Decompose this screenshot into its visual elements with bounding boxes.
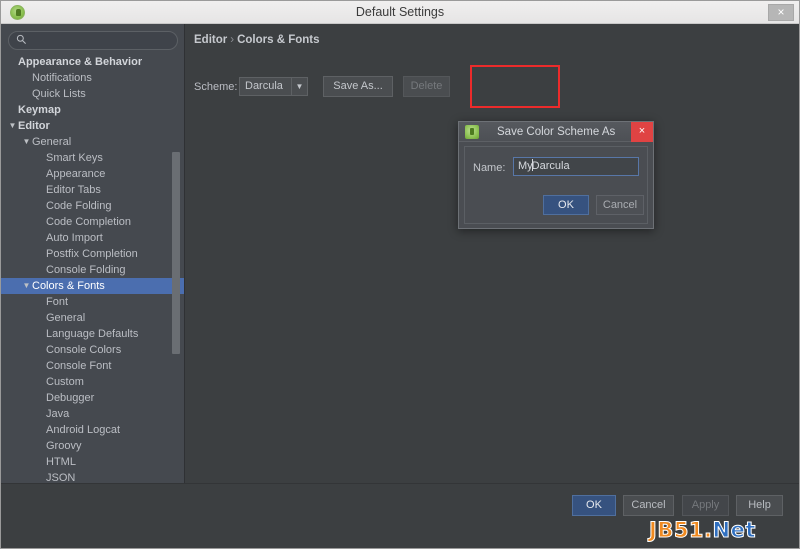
sidebar-scrollbar-thumb[interactable] [172,152,180,354]
settings-window: Default Settings × Appearance & Behavior… [0,0,800,549]
breadcrumb-separator: › [230,34,235,46]
sidebar-item-label: Editor [18,120,50,132]
sidebar-item-label: Code Folding [46,200,112,212]
sidebar-item-auto-import[interactable]: Auto Import [1,230,184,246]
twisty-expanded-icon[interactable]: ▼ [21,278,32,294]
dialog-title: Save Color Scheme As [497,126,616,138]
help-button[interactable]: Help [736,495,783,516]
sidebar-item-java[interactable]: Java [1,406,184,422]
scheme-dropdown[interactable]: Darcula [239,77,292,96]
dialog-button-bar: OK Cancel Apply Help [1,483,799,525]
settings-detail-pane: Editor › Colors & Fonts Scheme: Darcula ▼ … [186,24,799,506]
settings-tree[interactable]: Appearance & Behavior Notifications Quick … [1,54,184,506]
scheme-name-input[interactable]: MyDarcula [513,157,639,176]
sidebar-item-quick-lists[interactable]: Quick Lists [1,86,184,102]
sidebar-item-colors-fonts[interactable]: ▼ Colors & Fonts [1,278,184,294]
sidebar-item-label: Java [46,408,70,420]
sidebar-item-android-logcat[interactable]: Android Logcat [1,422,184,438]
dialog-ok-button[interactable]: OK [543,195,589,215]
sidebar-item-groovy[interactable]: Groovy [1,438,184,454]
sidebar-scrollbar-track[interactable] [172,54,182,506]
sidebar-item-label: Quick Lists [32,88,86,100]
sidebar-item-label: Notifications [32,72,92,84]
sidebar-item-label: Keymap [18,104,61,116]
name-field-label: Name: [473,162,506,174]
sidebar-item-label: Appearance [46,168,106,180]
window-close-button[interactable]: × [768,4,794,21]
sidebar-item-code-folding[interactable]: Code Folding [1,198,184,214]
android-dialog-icon [465,125,479,139]
sidebar-item-notifications[interactable]: Notifications [1,70,184,86]
dialog-close-button[interactable]: × [631,122,653,142]
dialog-cancel-button[interactable]: Cancel [596,195,644,215]
window-title: Default Settings [355,5,445,19]
sidebar-item-label: Console Font [46,360,112,372]
sidebar-item-appearance[interactable]: Appearance [1,166,184,182]
delete-scheme-button: Delete [403,76,450,97]
search-container [8,30,178,50]
sidebar-item-postfix-completion[interactable]: Postfix Completion [1,246,184,262]
sidebar-item-label: Debugger [46,392,95,404]
sidebar-item-label: General [32,136,72,148]
save-color-scheme-dialog: Save Color Scheme As × Name: MyDarcula O… [458,121,654,229]
settings-sidebar: Appearance & Behavior Notifications Quick … [1,24,185,506]
sidebar-item-console-folding[interactable]: Console Folding [1,262,184,278]
breadcrumb-parent[interactable]: Editor [194,34,227,46]
sidebar-item-appearance-behavior[interactable]: Appearance & Behavior [1,54,184,70]
sidebar-item-label: Android Logcat [46,424,120,436]
sidebar-item-label: Code Completion [46,216,131,228]
sidebar-item-label: Editor Tabs [46,184,101,196]
sidebar-item-general[interactable]: General [1,310,184,326]
sidebar-item-label: Language Defaults [46,328,139,340]
search-input[interactable] [8,30,178,50]
window-content: Appearance & Behavior Notifications Quick … [1,24,799,548]
sidebar-item-label: Console Folding [46,264,126,276]
sidebar-item-general[interactable]: ▼ General [1,134,184,150]
sidebar-item-label: Auto Import [46,232,103,244]
window-titlebar: Default Settings × [1,1,799,24]
chevron-down-icon[interactable]: ▼ [292,77,308,96]
scheme-label: Scheme: [194,81,238,93]
annotation-highlight-rect [470,65,560,108]
sidebar-item-label: Colors & Fonts [32,280,105,292]
sidebar-item-font[interactable]: Font [1,294,184,310]
breadcrumb: Editor › Colors & Fonts [194,34,320,46]
sidebar-item-label: HTML [46,456,76,468]
sidebar-item-label: Font [46,296,69,308]
save-as-button[interactable]: Save As... [323,76,393,97]
twisty-expanded-icon[interactable]: ▼ [7,118,18,134]
sidebar-item-language-defaults[interactable]: Language Defaults [1,326,184,342]
sidebar-item-debugger[interactable]: Debugger [1,390,184,406]
dialog-titlebar: Save Color Scheme As × [459,122,653,142]
sidebar-item-label: General [46,312,86,324]
apply-button: Apply [682,495,729,516]
sidebar-item-label: Groovy [46,440,82,452]
dialog-body: Name: MyDarcula OK Cancel [464,146,648,224]
cancel-button[interactable]: Cancel [623,495,674,516]
sidebar-item-editor-tabs[interactable]: Editor Tabs [1,182,184,198]
name-text-after-caret: Darcula [531,160,570,172]
sidebar-item-console-font[interactable]: Console Font [1,358,184,374]
sidebar-item-keymap[interactable]: Keymap [1,102,184,118]
sidebar-item-html[interactable]: HTML [1,454,184,470]
sidebar-item-label: Console Colors [46,344,122,356]
sidebar-item-label: Postfix Completion [46,248,138,260]
sidebar-item-console-colors[interactable]: Console Colors [1,342,184,358]
sidebar-item-code-completion[interactable]: Code Completion [1,214,184,230]
sidebar-item-label: Smart Keys [46,152,103,164]
breadcrumb-current: Colors & Fonts [237,34,320,46]
sidebar-item-label: Custom [46,376,84,388]
sidebar-item-smart-keys[interactable]: Smart Keys [1,150,184,166]
sidebar-item-custom[interactable]: Custom [1,374,184,390]
sidebar-item-editor[interactable]: ▼ Editor [1,118,184,134]
twisty-expanded-icon[interactable]: ▼ [21,134,32,150]
sidebar-item-label: Appearance & Behavior [18,56,143,68]
name-text-before-caret: My [518,160,533,172]
ok-button[interactable]: OK [572,495,616,516]
